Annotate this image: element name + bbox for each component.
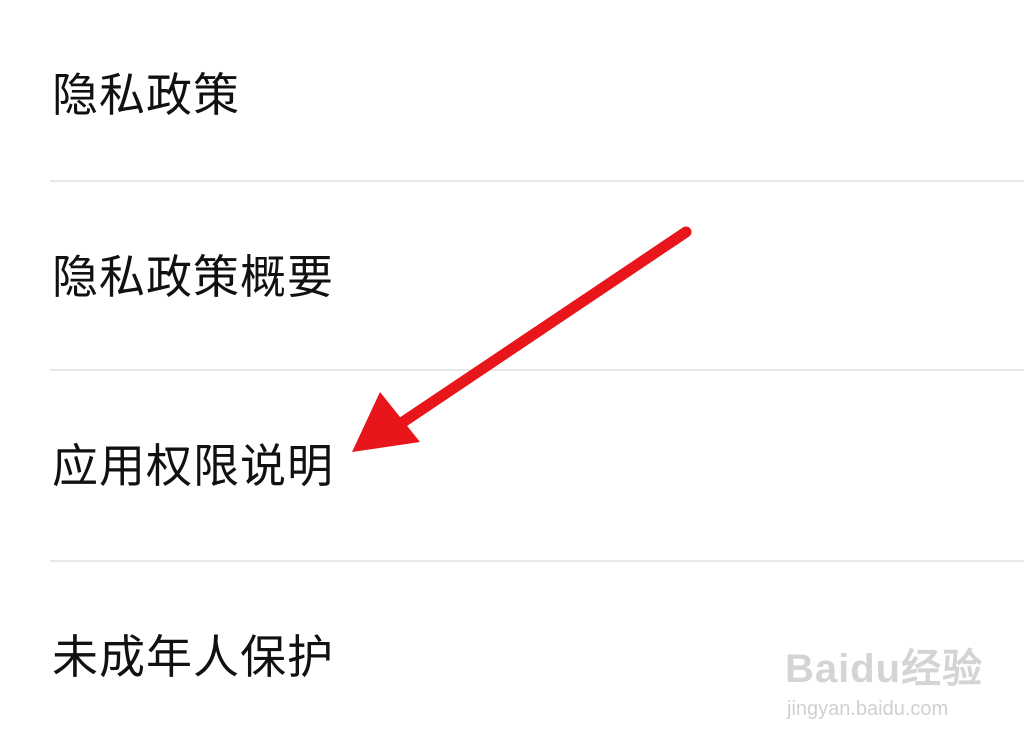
menu-item-minor-protection[interactable]: 未成年人保护 [0, 562, 1024, 752]
menu-item-privacy-summary[interactable]: 隐私政策概要 [0, 182, 1024, 372]
menu-item-label: 隐私政策 [52, 68, 240, 122]
menu-item-privacy-policy[interactable]: 隐私政策 [0, 0, 1024, 190]
menu-item-label: 未成年人保护 [52, 630, 334, 684]
settings-menu-list: 隐私政策 隐私政策概要 应用权限说明 未成年人保护 [0, 0, 1024, 746]
menu-item-label: 隐私政策概要 [52, 250, 334, 304]
menu-item-label: 应用权限说明 [52, 439, 334, 493]
menu-item-app-permissions[interactable]: 应用权限说明 [0, 371, 1024, 561]
